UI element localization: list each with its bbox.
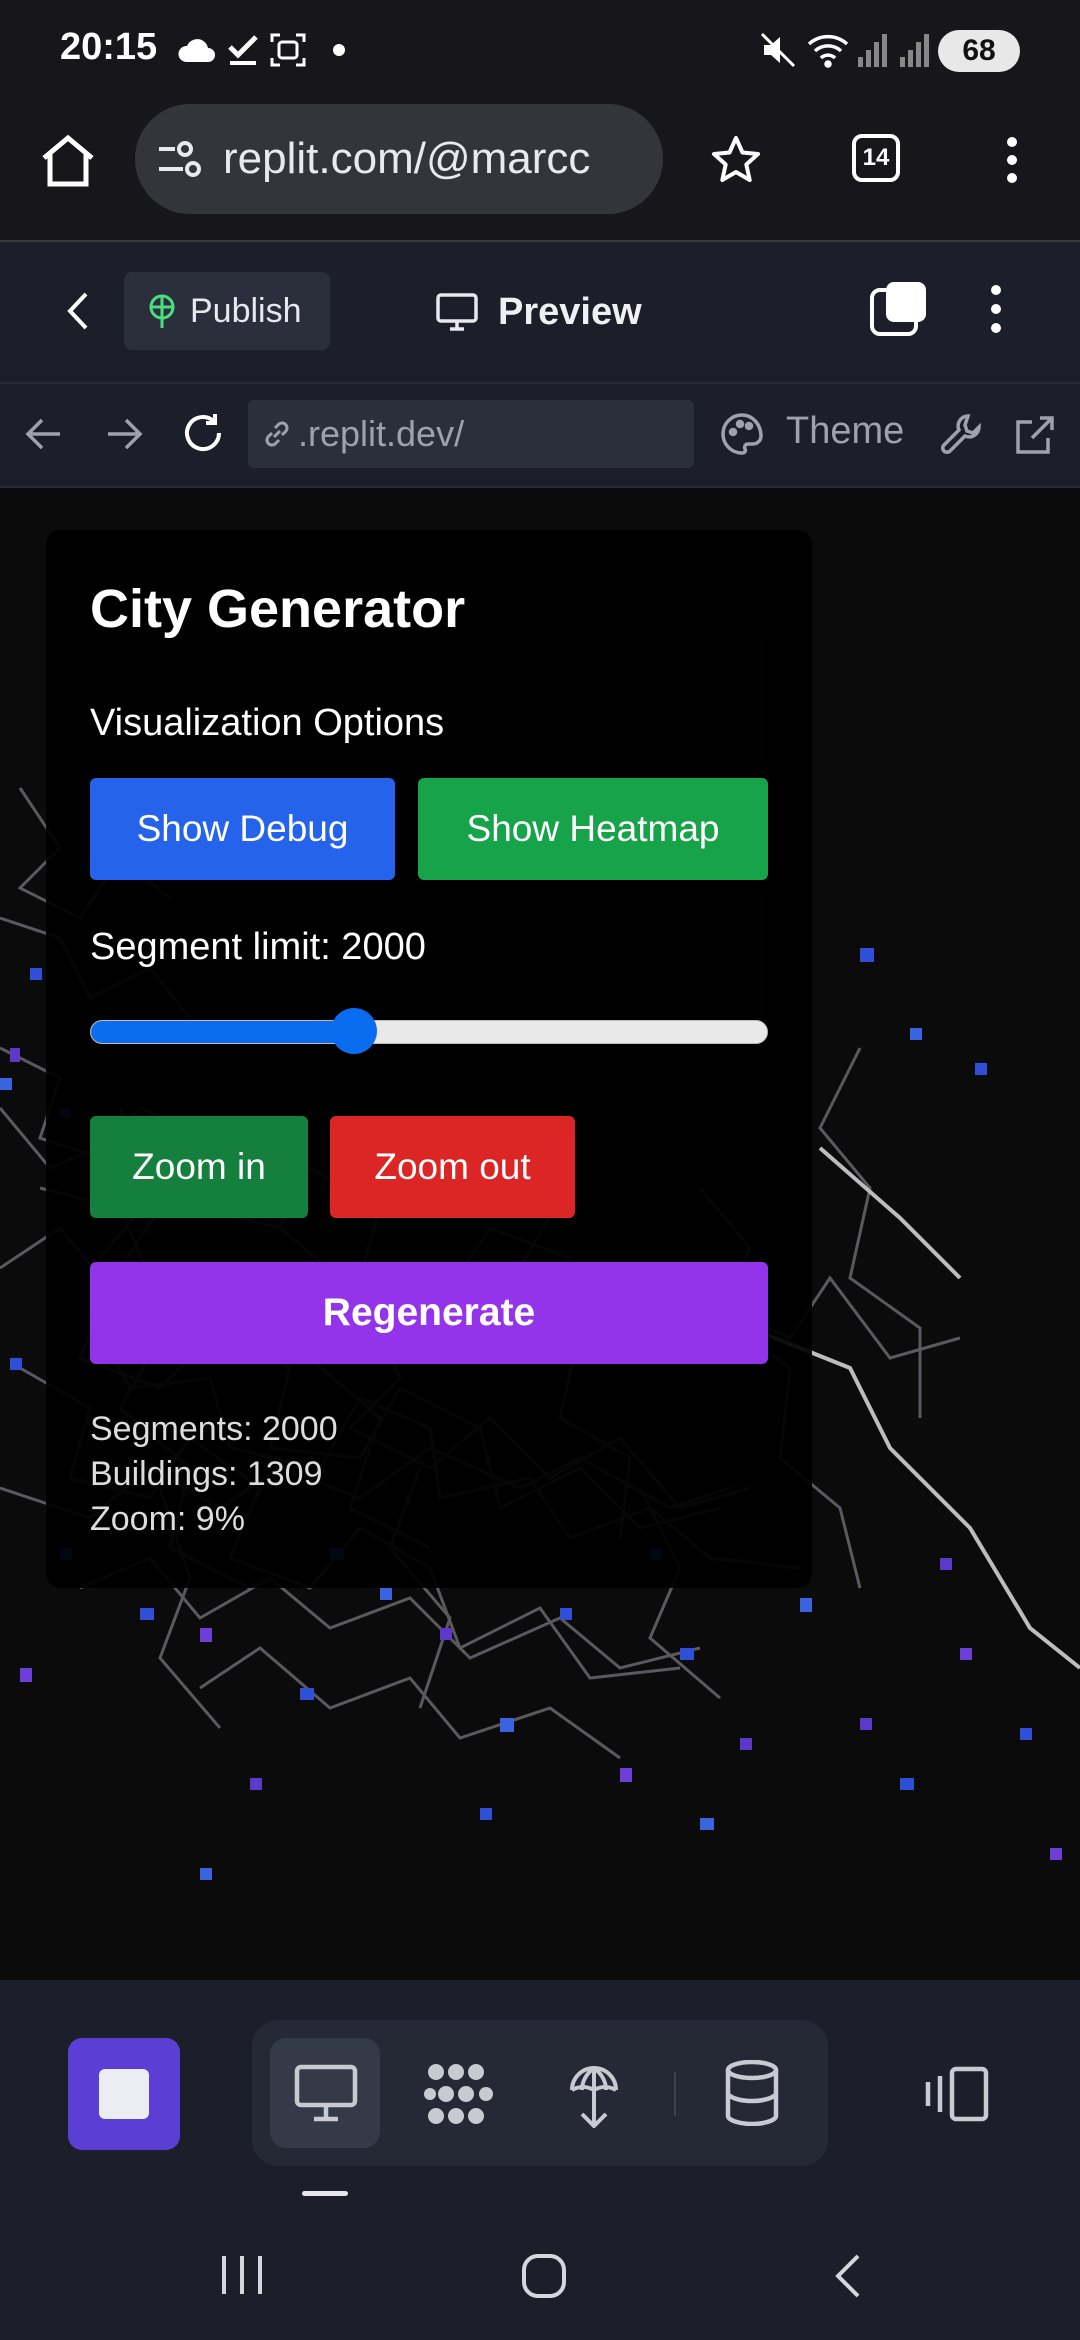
zoom-stat: Zoom: 9% bbox=[90, 1500, 245, 1538]
cloud-icon bbox=[176, 28, 216, 72]
stop-button[interactable] bbox=[68, 2038, 180, 2150]
theme-button[interactable]: Theme bbox=[786, 410, 904, 453]
segments-stat: Segments: 2000 bbox=[90, 1410, 338, 1448]
new-tab-icon[interactable] bbox=[868, 280, 928, 345]
show-heatmap-button[interactable]: Show Heatmap bbox=[418, 778, 768, 880]
checkmark-icon bbox=[226, 28, 260, 72]
wifi-icon bbox=[806, 28, 850, 72]
publish-icon bbox=[146, 293, 178, 329]
battery-indicator: 68 bbox=[938, 30, 1020, 72]
preview-address-text: .replit.dev/ bbox=[298, 413, 465, 454]
monitor-icon bbox=[436, 293, 478, 331]
segment-limit-slider[interactable] bbox=[90, 1020, 768, 1044]
back-chevron-icon[interactable] bbox=[62, 290, 94, 337]
preview-address-field[interactable]: .replit.dev/ bbox=[248, 400, 694, 468]
arrow-left-icon[interactable] bbox=[24, 414, 64, 459]
preview-label: Preview bbox=[498, 290, 642, 333]
dot-icon bbox=[332, 28, 346, 72]
tabs-icon[interactable]: 14 bbox=[852, 134, 900, 182]
panel-title: City Generator bbox=[90, 579, 466, 639]
url-bar[interactable]: replit.com/@marcc bbox=[135, 104, 663, 214]
url-text: replit.com/@marcc bbox=[223, 134, 591, 183]
open-external-icon[interactable] bbox=[1014, 414, 1056, 461]
wrench-icon[interactable] bbox=[940, 412, 984, 461]
signal-icon bbox=[858, 28, 888, 72]
home-nav-icon[interactable] bbox=[520, 2252, 568, 2305]
show-debug-button[interactable]: Show Debug bbox=[90, 778, 395, 880]
preview-tab-title: Preview bbox=[436, 282, 642, 342]
home-icon[interactable] bbox=[40, 134, 96, 193]
panels-icon[interactable] bbox=[924, 2066, 990, 2127]
publish-button[interactable]: Publish bbox=[124, 272, 330, 350]
tool-divider bbox=[674, 2072, 676, 2116]
more-vert-icon[interactable] bbox=[984, 282, 1008, 341]
buildings-stat: Buildings: 1309 bbox=[90, 1455, 323, 1493]
star-icon[interactable] bbox=[710, 134, 762, 191]
visualization-options-label: Visualization Options bbox=[90, 702, 445, 744]
palette-icon[interactable] bbox=[720, 412, 764, 461]
link-icon bbox=[260, 417, 294, 451]
slider-fill bbox=[91, 1021, 355, 1043]
segment-limit-label: Segment limit: 2000 bbox=[90, 926, 426, 968]
stop-icon bbox=[99, 2069, 149, 2119]
status-time: 20:15 bbox=[60, 26, 158, 68]
mute-icon bbox=[760, 28, 796, 72]
back-nav-icon[interactable] bbox=[830, 2252, 864, 2305]
more-vert-icon[interactable] bbox=[1000, 134, 1024, 191]
recent-apps-icon[interactable] bbox=[218, 2254, 266, 2301]
packages-icon[interactable] bbox=[424, 2062, 494, 2131]
zoom-out-button[interactable]: Zoom out bbox=[330, 1116, 575, 1218]
monitor-icon bbox=[294, 2064, 358, 2127]
deploy-icon[interactable] bbox=[566, 2060, 622, 2133]
site-settings-icon[interactable] bbox=[157, 139, 201, 179]
zoom-in-button[interactable]: Zoom in bbox=[90, 1116, 308, 1218]
publish-label: Publish bbox=[190, 291, 302, 330]
arrow-right-icon[interactable] bbox=[104, 414, 144, 459]
database-icon[interactable] bbox=[724, 2059, 780, 2131]
signal-icon-2 bbox=[900, 28, 930, 72]
regenerate-button[interactable]: Regenerate bbox=[90, 1262, 768, 1364]
screenshot-icon bbox=[270, 28, 306, 72]
active-indicator bbox=[302, 2191, 348, 2196]
refresh-icon[interactable] bbox=[180, 410, 226, 461]
